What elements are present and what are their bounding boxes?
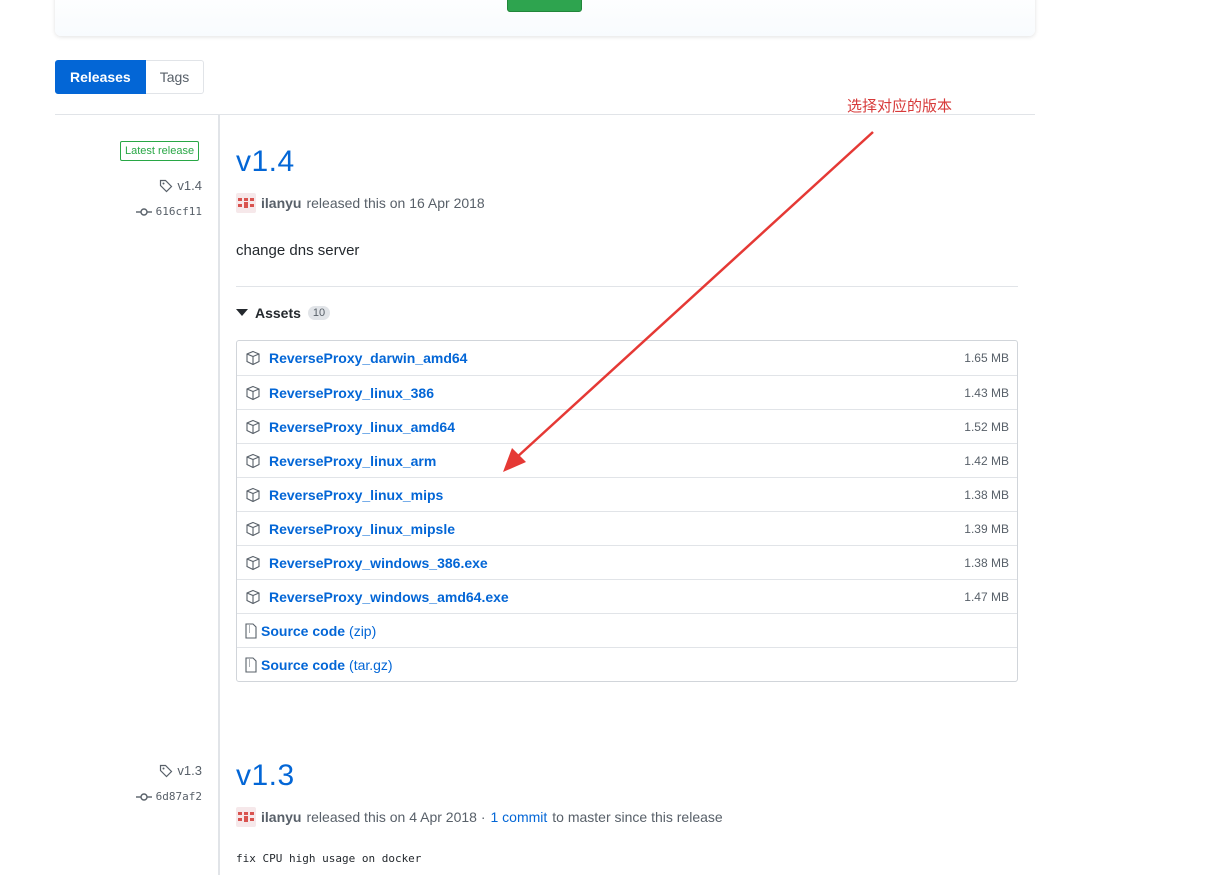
avatar[interactable] [236, 193, 256, 213]
timeline-line [218, 115, 220, 875]
release-notes: fix CPU high usage on docker [236, 852, 422, 865]
tab-releases[interactable]: Releases [55, 60, 146, 94]
latest-release-badge: Latest release [120, 141, 200, 161]
tab-tags[interactable]: Tags [145, 60, 205, 94]
assets-count: 10 [307, 306, 331, 320]
asset-link[interactable]: ReverseProxy_linux_arm [269, 453, 436, 469]
asset-link[interactable]: ReverseProxy_linux_386 [269, 385, 434, 401]
commit-sha: 616cf11 [155, 205, 202, 218]
asset-size: 1.47 MB [964, 589, 1009, 604]
asset-link[interactable]: ReverseProxy_windows_amd64.exe [269, 589, 509, 605]
release-tag[interactable]: v1.3 [100, 763, 202, 778]
source-code-tar-ext[interactable]: (tar.gz) [349, 657, 393, 673]
asset-link[interactable]: ReverseProxy_linux_mips [269, 487, 443, 503]
file-zip-icon [245, 656, 257, 673]
release-commit[interactable]: 616cf11 [100, 205, 202, 218]
asset-size: 1.38 MB [964, 487, 1009, 502]
package-icon [245, 385, 261, 401]
tag-label: v1.4 [177, 178, 202, 193]
release-date-text: released this on 4 Apr 2018 · [306, 809, 486, 825]
release-meta: ilanyu released this on 16 Apr 2018 [236, 193, 485, 213]
commit-sha: 6d87af2 [155, 790, 202, 803]
asset-size: 1.42 MB [964, 453, 1009, 468]
notes-divider [236, 286, 1018, 287]
commit-icon [135, 207, 152, 217]
asset-row-source-tar: Source code (tar.gz) [237, 647, 1017, 681]
asset-link[interactable]: ReverseProxy_linux_amd64 [269, 419, 455, 435]
asset-row: ReverseProxy_linux_amd64 1.52 MB [237, 409, 1017, 443]
asset-row: ReverseProxy_darwin_amd64 1.65 MB [237, 341, 1017, 375]
file-zip-icon [245, 622, 257, 639]
release-meta: ilanyu released this on 4 Apr 2018 · 1 c… [236, 807, 723, 827]
asset-size: 1.52 MB [964, 419, 1009, 434]
asset-row: ReverseProxy_linux_386 1.43 MB [237, 375, 1017, 409]
avatar[interactable] [236, 807, 256, 827]
source-code-tar-link[interactable]: Source code [261, 657, 345, 673]
asset-size: 1.43 MB [964, 385, 1009, 400]
source-code-zip-link[interactable]: Source code [261, 623, 345, 639]
release-date-text: released this on 16 Apr 2018 [306, 195, 485, 211]
asset-row: ReverseProxy_windows_amd64.exe 1.47 MB [237, 579, 1017, 613]
package-icon [245, 589, 261, 605]
package-icon [245, 350, 261, 366]
package-icon [245, 555, 261, 571]
package-icon [245, 453, 261, 469]
tag-icon [159, 179, 173, 193]
asset-link[interactable]: ReverseProxy_linux_mipsle [269, 521, 455, 537]
tag-label: v1.3 [177, 763, 202, 778]
assets-toggle[interactable]: Assets 10 [236, 305, 331, 321]
release-title[interactable]: v1.4 [236, 145, 295, 179]
release-v1-4-header: v1.4 [236, 145, 295, 179]
author-name[interactable]: ilanyu [261, 809, 301, 825]
asset-size: 1.38 MB [964, 555, 1009, 570]
package-icon [245, 419, 261, 435]
triangle-down-icon [236, 309, 248, 317]
asset-row: ReverseProxy_linux_mipsle 1.39 MB [237, 511, 1017, 545]
author-name[interactable]: ilanyu [261, 195, 301, 211]
release-notes: change dns server [236, 242, 360, 259]
asset-row: ReverseProxy_windows_386.exe 1.38 MB [237, 545, 1017, 579]
package-icon [245, 487, 261, 503]
release-subnav: Releases Tags [55, 60, 205, 94]
asset-size: 1.65 MB [964, 351, 1009, 365]
asset-link[interactable]: ReverseProxy_darwin_amd64 [269, 350, 467, 366]
tag-icon [159, 764, 173, 778]
asset-size: 1.39 MB [964, 521, 1009, 536]
annotation-text: 选择对应的版本 [847, 97, 953, 115]
release-commit[interactable]: 6d87af2 [100, 790, 202, 803]
asset-row: ReverseProxy_linux_mips 1.38 MB [237, 477, 1017, 511]
release-tag[interactable]: v1.4 [100, 178, 202, 193]
assets-label: Assets [255, 305, 301, 321]
package-icon [245, 521, 261, 537]
release-v1-3-header: v1.3 [236, 759, 295, 793]
commit-icon [135, 792, 152, 802]
commit-count-link[interactable]: 1 commit [490, 809, 547, 825]
asset-row: ReverseProxy_linux_arm 1.42 MB [237, 443, 1017, 477]
release-title[interactable]: v1.3 [236, 759, 295, 793]
green-button[interactable] [507, 0, 582, 12]
since-release-text: to master since this release [552, 809, 723, 825]
asset-row-source-zip: Source code (zip) [237, 613, 1017, 647]
asset-list: ReverseProxy_darwin_amd64 1.65 MB Revers… [236, 340, 1018, 682]
asset-link[interactable]: ReverseProxy_windows_386.exe [269, 555, 488, 571]
source-code-zip-ext[interactable]: (zip) [349, 623, 376, 639]
